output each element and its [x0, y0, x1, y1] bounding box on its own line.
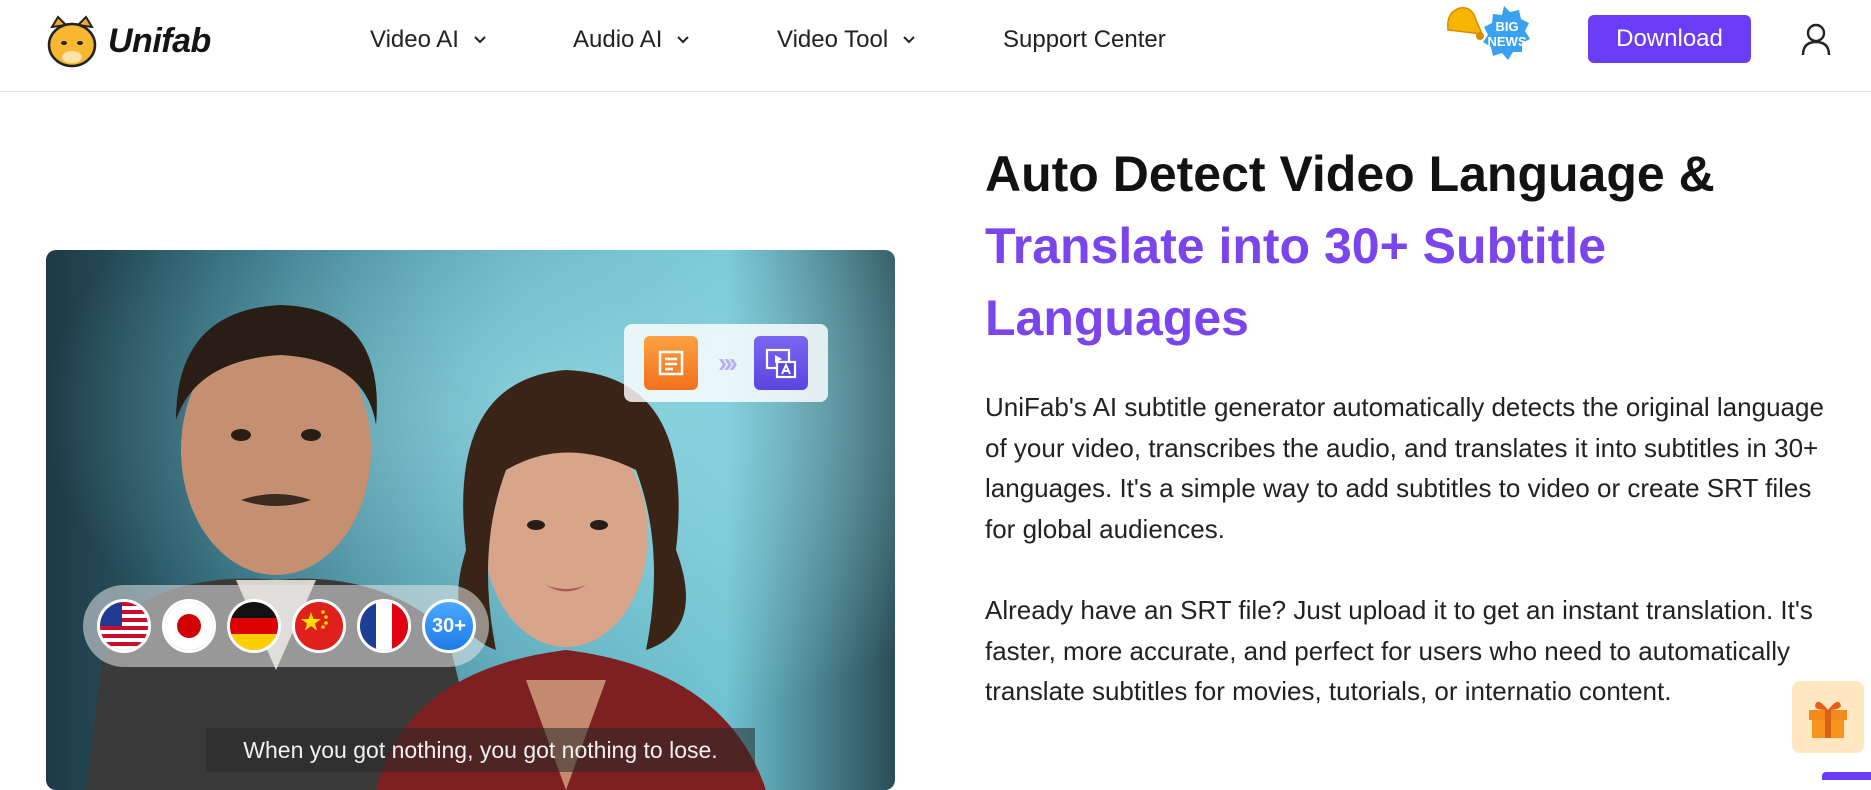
japan-flag-icon — [162, 599, 216, 653]
nav-support-center[interactable]: Support Center — [1003, 20, 1166, 60]
logo[interactable]: Unifab — [44, 12, 211, 70]
user-icon[interactable] — [1800, 22, 1832, 56]
nav-label: Support Center — [1003, 26, 1166, 53]
nav-video-ai[interactable]: Video AI — [370, 20, 487, 60]
germany-flag-icon — [227, 599, 281, 653]
subtitle-caption: When you got nothing, you got nothing to… — [206, 728, 755, 772]
translate-flow-card: ››› — [624, 324, 828, 402]
nav-label: Video Tool — [777, 26, 889, 53]
nav-label: Video AI — [370, 26, 459, 53]
arrow-icon: ››› — [718, 347, 738, 378]
headline-line-3: Languages — [985, 290, 1249, 346]
description-paragraph-2: Already have an SRT file? Just upload it… — [985, 595, 1813, 706]
france-flag-icon — [357, 599, 411, 653]
download-button[interactable]: Download — [1588, 15, 1751, 63]
nav-audio-ai[interactable]: Audio AI — [573, 20, 690, 60]
big-news-badge[interactable]: BIG NEWS — [1442, 0, 1542, 80]
section-headline: Auto Detect Video Language & Translate i… — [985, 138, 1845, 354]
headline-line-1: Auto Detect Video Language & — [985, 146, 1715, 202]
chevron-down-icon — [677, 36, 690, 44]
us-flag-icon — [97, 599, 151, 653]
site-header: Unifab Video AI Audio AI Video Tool Supp… — [0, 0, 1871, 92]
nav-video-tool[interactable]: Video Tool — [777, 20, 916, 60]
chevron-down-icon — [474, 36, 486, 44]
side-tab[interactable] — [1822, 772, 1871, 780]
bell-news-icon: BIG NEWS — [1447, 6, 1530, 60]
more-languages-badge: 30+ — [422, 599, 476, 653]
nav-label: Audio AI — [573, 26, 663, 53]
chevron-down-icon — [903, 36, 915, 44]
svg-text:NEWS: NEWS — [1488, 34, 1527, 49]
china-flag-icon — [292, 599, 346, 653]
description-paragraph-1: UniFab's AI subtitle generator automatic… — [985, 392, 1824, 544]
document-icon — [644, 336, 698, 390]
translated-video-icon — [753, 336, 808, 390]
logo-text: Unifab — [108, 21, 211, 60]
headline-line-2: Translate into 30+ Subtitle — [985, 218, 1606, 274]
cat-logo-icon — [47, 15, 97, 68]
hero-video-preview: ››› 30+ When you got nothing, you got no… — [46, 250, 895, 790]
gift-button[interactable] — [1792, 681, 1864, 753]
svg-text:BIG: BIG — [1495, 19, 1518, 34]
language-flags: 30+ — [83, 585, 489, 667]
gift-icon — [1809, 701, 1847, 738]
